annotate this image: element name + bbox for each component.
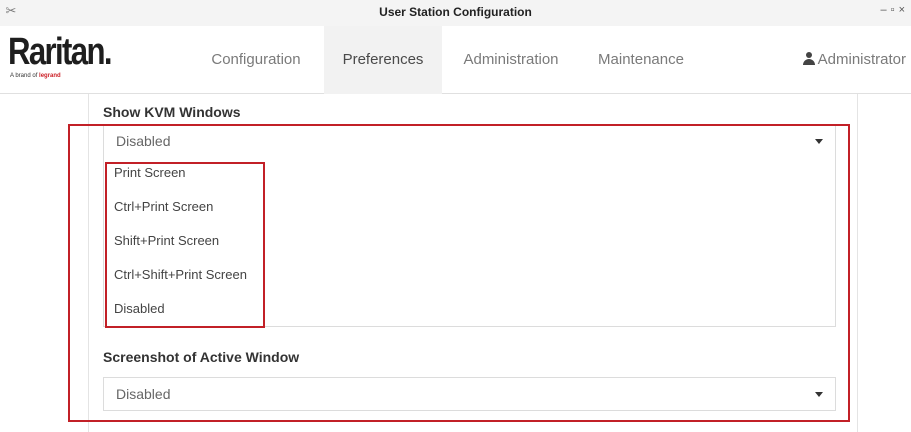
user-menu[interactable]: Administrator [802, 26, 906, 94]
window-title: User Station Configuration [379, 5, 532, 19]
tab-maintenance[interactable]: Maintenance [580, 26, 702, 94]
tab-configuration[interactable]: Configuration [190, 26, 322, 94]
brand-name: Raritan. [8, 31, 113, 73]
maximize-button[interactable]: ▫ [891, 4, 899, 16]
brand-logo: Raritan. A brand of legrand [8, 32, 148, 90]
user-label: Administrator [817, 51, 906, 68]
tab-preferences[interactable]: Preferences [324, 26, 442, 94]
window-controls: –▫× [881, 4, 909, 16]
minimize-button[interactable]: – [881, 4, 891, 16]
tab-administration[interactable]: Administration [443, 26, 579, 94]
user-icon [802, 52, 815, 65]
brand-tagline: A brand of legrand [10, 73, 61, 79]
window-titlebar: ✂ User Station Configuration –▫× [0, 0, 911, 26]
kvm-windows-label: Show KVM Windows [103, 104, 241, 120]
close-button[interactable]: × [899, 4, 909, 16]
highlight-box-options [105, 162, 265, 328]
app-header: Raritan. A brand of legrand Configuratio… [0, 26, 911, 94]
